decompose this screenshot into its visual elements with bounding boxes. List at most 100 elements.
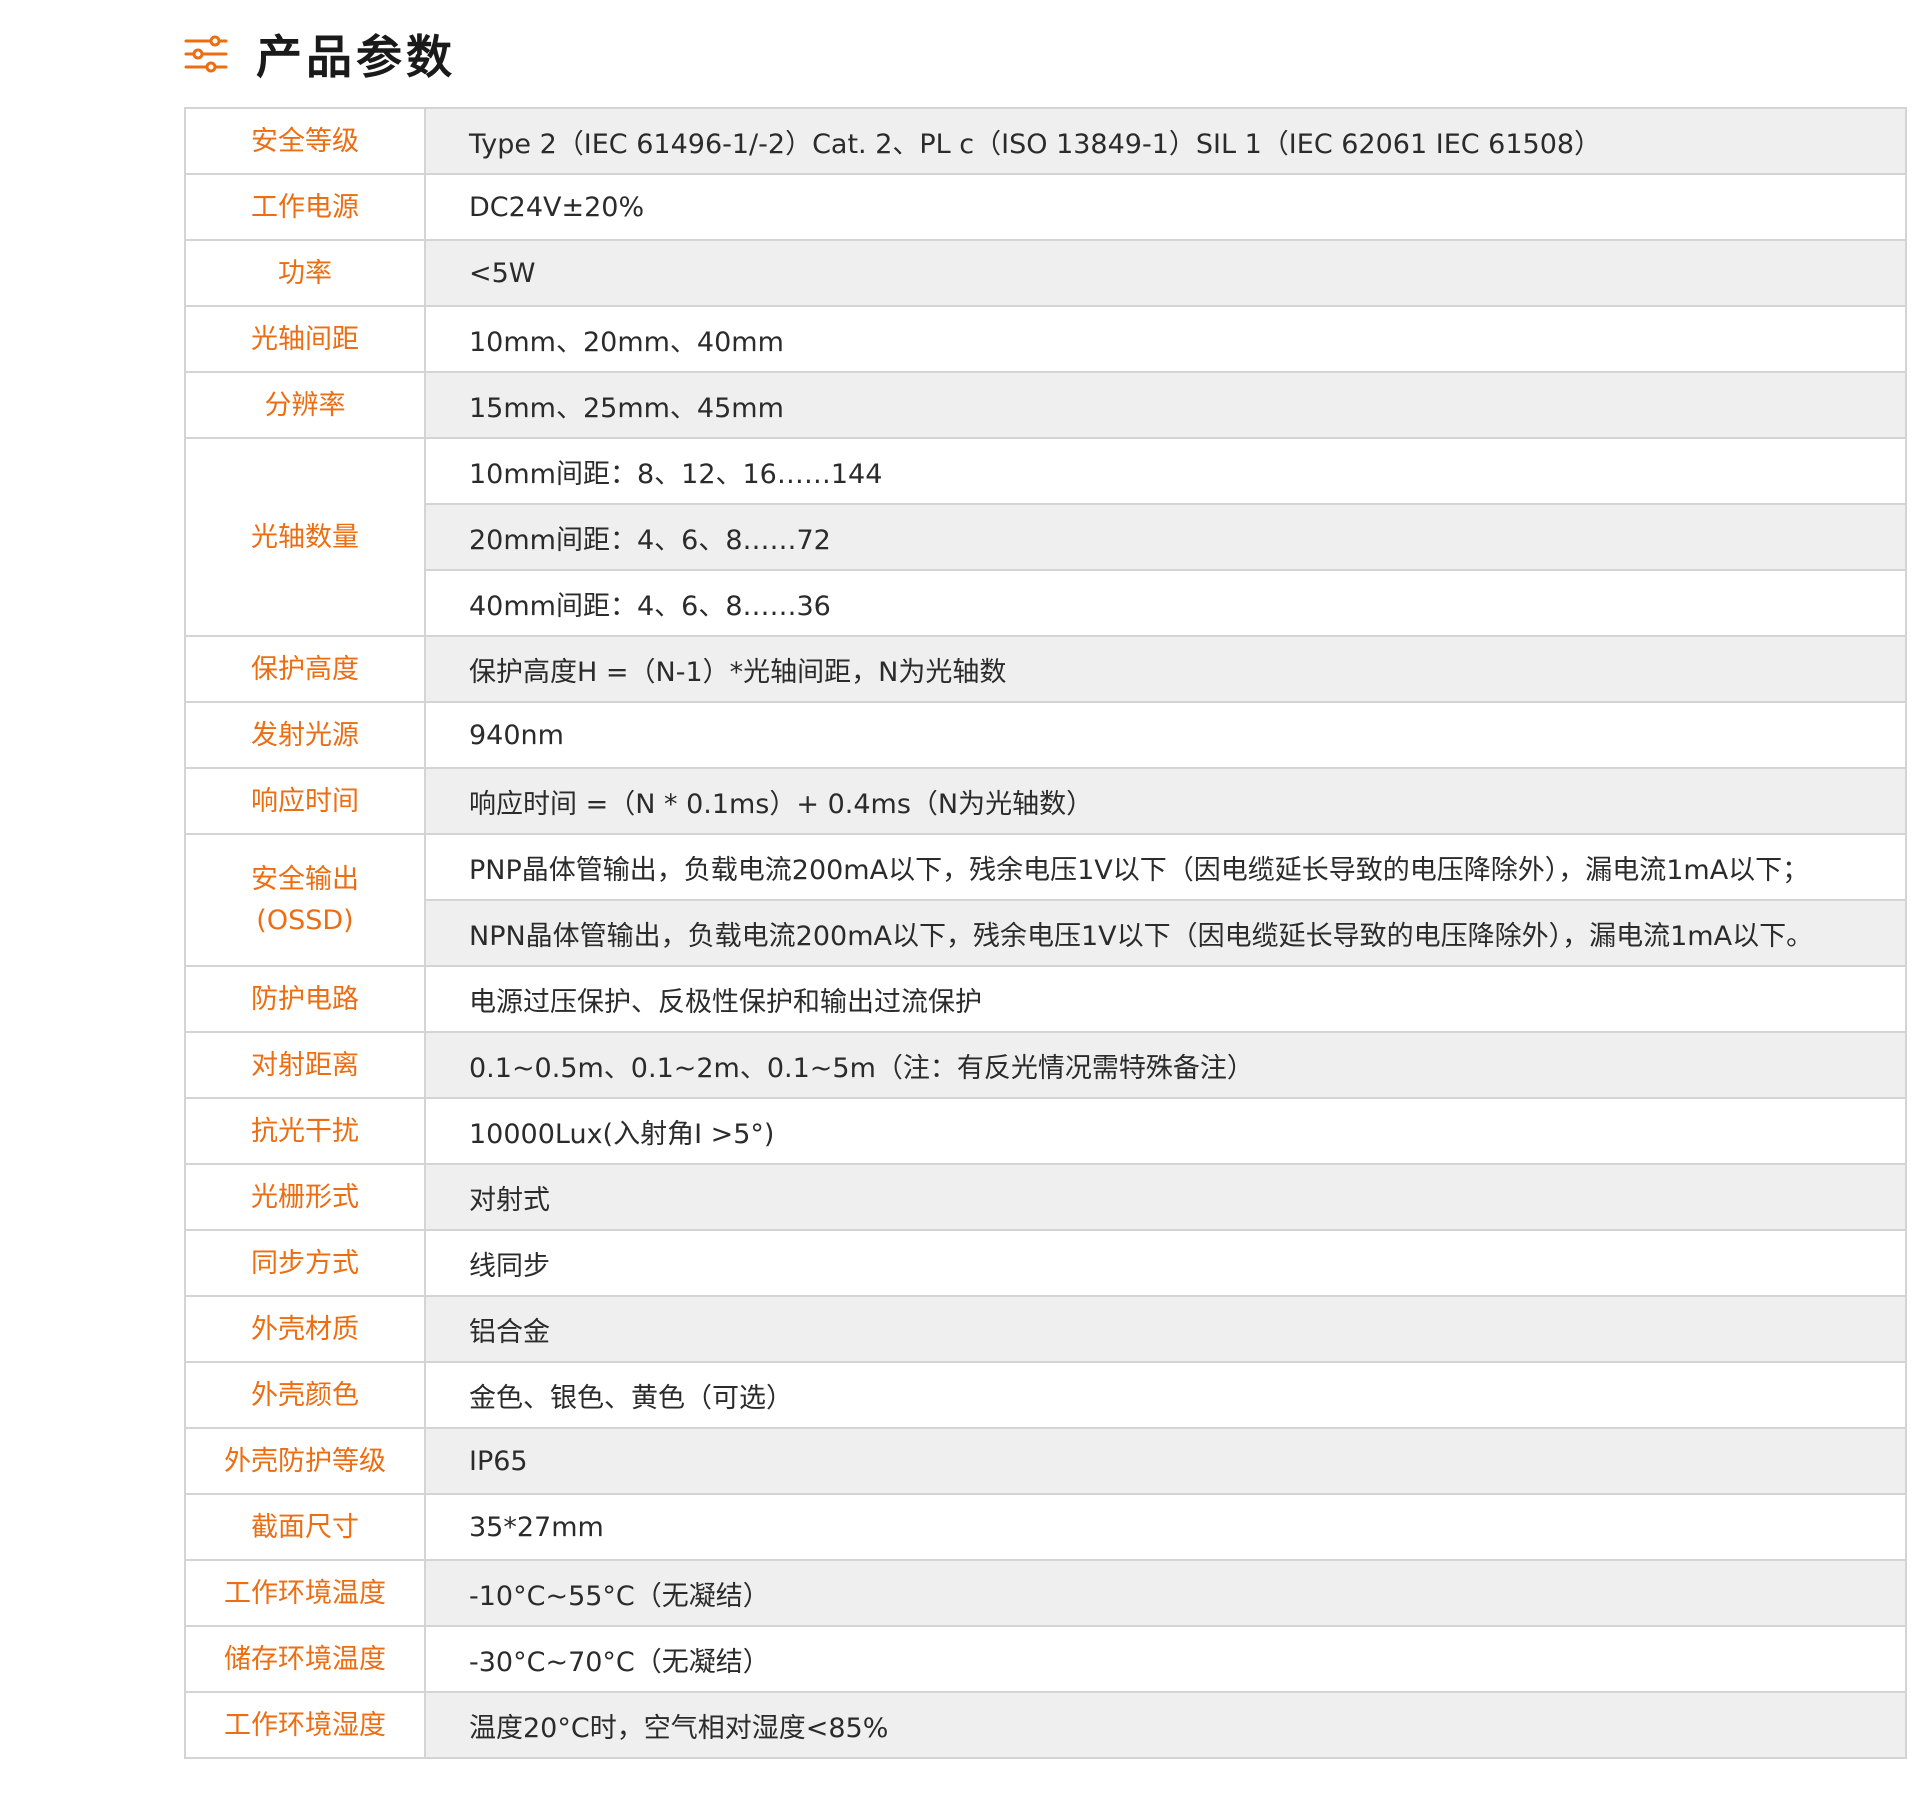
spec-label-text: 截面尺寸 bbox=[251, 1511, 359, 1543]
spec-label-text: 对射距离 bbox=[251, 1049, 359, 1081]
table-row: 外壳防护等级 IP65 bbox=[184, 1427, 1907, 1495]
spec-value: Type 2（IEC 61496-1/-2）Cat. 2、PL c（ISO 13… bbox=[424, 107, 1907, 175]
spec-label: 同步方式 bbox=[184, 1229, 426, 1297]
table-row: 40mm间距：4、6、8……36 bbox=[185, 569, 1907, 637]
sliders-icon bbox=[184, 35, 228, 73]
spec-label: 外壳颜色 bbox=[184, 1361, 426, 1429]
spec-value-text: 温度20°C时，空气相对湿度<85% bbox=[469, 1712, 889, 1744]
table-row: 外壳材质 铝合金 bbox=[184, 1295, 1907, 1363]
spec-value: 电源过压保护、反极性保护和输出过流保护 bbox=[424, 965, 1907, 1033]
spec-value: 35*27mm bbox=[424, 1493, 1907, 1561]
spec-value-text: PNP晶体管输出，负载电流200mA以下，残余电压1V以下（因电缆延长导致的电压… bbox=[469, 854, 1810, 886]
spec-label-text: 保护高度 bbox=[251, 653, 359, 685]
spec-value-text: NPN晶体管输出，负载电流200mA以下，残余电压1V以下（因电缆延长导致的电压… bbox=[469, 920, 1814, 952]
spec-label-text: 储存环境温度 bbox=[224, 1643, 386, 1675]
spec-value-text: 响应时间 =（N * 0.1ms）+ 0.4ms（N为光轴数） bbox=[469, 788, 1094, 820]
spec-value-text: 金色、银色、黄色（可选） bbox=[469, 1382, 793, 1414]
spec-label: 储存环境温度 bbox=[184, 1625, 426, 1693]
spec-value: 10mm、20mm、40mm bbox=[424, 305, 1907, 373]
spec-label: 工作电源 bbox=[184, 173, 426, 241]
spec-value-text: 40mm间距：4、6、8……36 bbox=[469, 590, 831, 622]
table-row: 安全等级 Type 2（IEC 61496-1/-2）Cat. 2、PL c（IS… bbox=[184, 107, 1907, 175]
table-row: 外壳颜色 金色、银色、黄色（可选） bbox=[184, 1361, 1907, 1429]
table-row: 光栅形式 对射式 bbox=[184, 1163, 1907, 1231]
spec-label-text: 抗光干扰 bbox=[251, 1115, 359, 1147]
spec-value: 40mm间距：4、6、8……36 bbox=[424, 569, 1907, 637]
table-row: 同步方式 线同步 bbox=[184, 1229, 1907, 1297]
spec-label: 分辨率 bbox=[184, 371, 426, 439]
spec-label: 外壳防护等级 bbox=[184, 1427, 426, 1495]
spec-label: 抗光干扰 bbox=[184, 1097, 426, 1165]
spec-value: 20mm间距：4、6、8……72 bbox=[424, 503, 1907, 571]
spec-label-text: 外壳材质 bbox=[251, 1313, 359, 1345]
spec-value-text: 10000Lux(入射角I >5°) bbox=[469, 1118, 775, 1150]
spec-value: 响应时间 =（N * 0.1ms）+ 0.4ms（N为光轴数） bbox=[424, 767, 1907, 835]
spec-value: 0.1~0.5m、0.1~2m、0.1~5m（注：有反光情况需特殊备注） bbox=[424, 1031, 1907, 1099]
spec-label-text: 光栅形式 bbox=[251, 1181, 359, 1213]
spec-label-text: 光轴数量 bbox=[251, 521, 359, 553]
spec-label: 光栅形式 bbox=[184, 1163, 426, 1231]
table-row: 工作环境湿度 温度20°C时，空气相对湿度<85% bbox=[184, 1691, 1907, 1759]
spec-label-text: 外壳防护等级 bbox=[224, 1445, 386, 1477]
spec-label: 发射光源 bbox=[184, 701, 426, 769]
spec-label-text: 防护电路 bbox=[251, 983, 359, 1015]
spec-label: 功率 bbox=[184, 239, 426, 307]
spec-value-text: DC24V±20% bbox=[469, 191, 645, 223]
table-row: 光轴间距 10mm、20mm、40mm bbox=[184, 305, 1907, 373]
table-row: 响应时间 响应时间 =（N * 0.1ms）+ 0.4ms（N为光轴数） bbox=[184, 767, 1907, 835]
spec-label: 安全输出 (OSSD) bbox=[184, 833, 426, 967]
spec-value-text: 15mm、25mm、45mm bbox=[469, 392, 784, 424]
page-header: 产品参数 bbox=[184, 22, 456, 86]
spec-label: 保护高度 bbox=[184, 635, 426, 703]
table-row: 20mm间距：4、6、8……72 bbox=[185, 503, 1907, 571]
spec-label-text: 工作电源 bbox=[251, 191, 359, 223]
spec-label-text: 发射光源 bbox=[251, 719, 359, 751]
spec-value-text: -30°C~70°C（无凝结） bbox=[469, 1646, 770, 1678]
spec-value-text: 电源过压保护、反极性保护和输出过流保护 bbox=[469, 986, 982, 1018]
spec-label-text: 同步方式 bbox=[251, 1247, 359, 1279]
spec-label-text: 安全等级 bbox=[251, 125, 359, 157]
spec-value: IP65 bbox=[424, 1427, 1907, 1495]
table-row: 防护电路 电源过压保护、反极性保护和输出过流保护 bbox=[184, 965, 1907, 1033]
spec-label-text: 工作环境温度 bbox=[224, 1577, 386, 1609]
spec-label-text: 响应时间 bbox=[251, 785, 359, 817]
spec-label-text: 安全输出 bbox=[251, 864, 359, 895]
spec-label: 对射距离 bbox=[184, 1031, 426, 1099]
spec-value: -30°C~70°C（无凝结） bbox=[424, 1625, 1907, 1693]
spec-value: 温度20°C时，空气相对湿度<85% bbox=[424, 1691, 1907, 1759]
spec-label-text: 外壳颜色 bbox=[251, 1379, 359, 1411]
table-row: 截面尺寸 35*27mm bbox=[184, 1493, 1907, 1561]
spec-label: 防护电路 bbox=[184, 965, 426, 1033]
spec-value: NPN晶体管输出，负载电流200mA以下，残余电压1V以下（因电缆延长导致的电压… bbox=[424, 899, 1907, 967]
spec-label-text: 工作环境湿度 bbox=[224, 1709, 386, 1741]
table-row: 保护高度 保护高度H =（N-1）*光轴间距，N为光轴数 bbox=[184, 635, 1907, 703]
spec-label: 响应时间 bbox=[184, 767, 426, 835]
spec-value: 线同步 bbox=[424, 1229, 1907, 1297]
spec-value-text: 0.1~0.5m、0.1~2m、0.1~5m（注：有反光情况需特殊备注） bbox=[469, 1052, 1254, 1084]
spec-value: 对射式 bbox=[424, 1163, 1907, 1231]
spec-value: <5W bbox=[424, 239, 1907, 307]
spec-value: DC24V±20% bbox=[424, 173, 1907, 241]
table-row: 储存环境温度 -30°C~70°C（无凝结） bbox=[184, 1625, 1907, 1693]
spec-value-text: 35*27mm bbox=[469, 1511, 604, 1543]
table-row: 安全输出 (OSSD) PNP晶体管输出，负载电流200mA以下，残余电压1V以下（… bbox=[184, 833, 1907, 967]
spec-value-text: 铝合金 bbox=[469, 1316, 550, 1348]
spec-label: 截面尺寸 bbox=[184, 1493, 426, 1561]
spec-value: PNP晶体管输出，负载电流200mA以下，残余电压1V以下（因电缆延长导致的电压… bbox=[424, 833, 1907, 901]
spec-value-text: IP65 bbox=[469, 1445, 528, 1477]
spec-value: 940nm bbox=[424, 701, 1907, 769]
table-row: 分辨率 15mm、25mm、45mm bbox=[184, 371, 1907, 439]
spec-table: 安全等级 Type 2（IEC 61496-1/-2）Cat. 2、PL c（IS… bbox=[184, 107, 1907, 1759]
spec-value-text: 10mm间距：8、12、16……144 bbox=[469, 458, 883, 490]
spec-value-text: 10mm、20mm、40mm bbox=[469, 326, 784, 358]
spec-value: 铝合金 bbox=[424, 1295, 1907, 1363]
spec-label: 光轴间距 bbox=[184, 305, 426, 373]
table-row: 工作环境温度 -10°C~55°C（无凝结） bbox=[184, 1559, 1907, 1627]
spec-value-text: 保护高度H =（N-1）*光轴间距，N为光轴数 bbox=[469, 656, 1007, 688]
spec-value-text: 940nm bbox=[469, 719, 564, 751]
spec-value-text: -10°C~55°C（无凝结） bbox=[469, 1580, 770, 1612]
spec-label: 安全等级 bbox=[184, 107, 426, 175]
spec-value: -10°C~55°C（无凝结） bbox=[424, 1559, 1907, 1627]
spec-value-text: 线同步 bbox=[469, 1250, 550, 1282]
table-row: 抗光干扰 10000Lux(入射角I >5°) bbox=[184, 1097, 1907, 1165]
